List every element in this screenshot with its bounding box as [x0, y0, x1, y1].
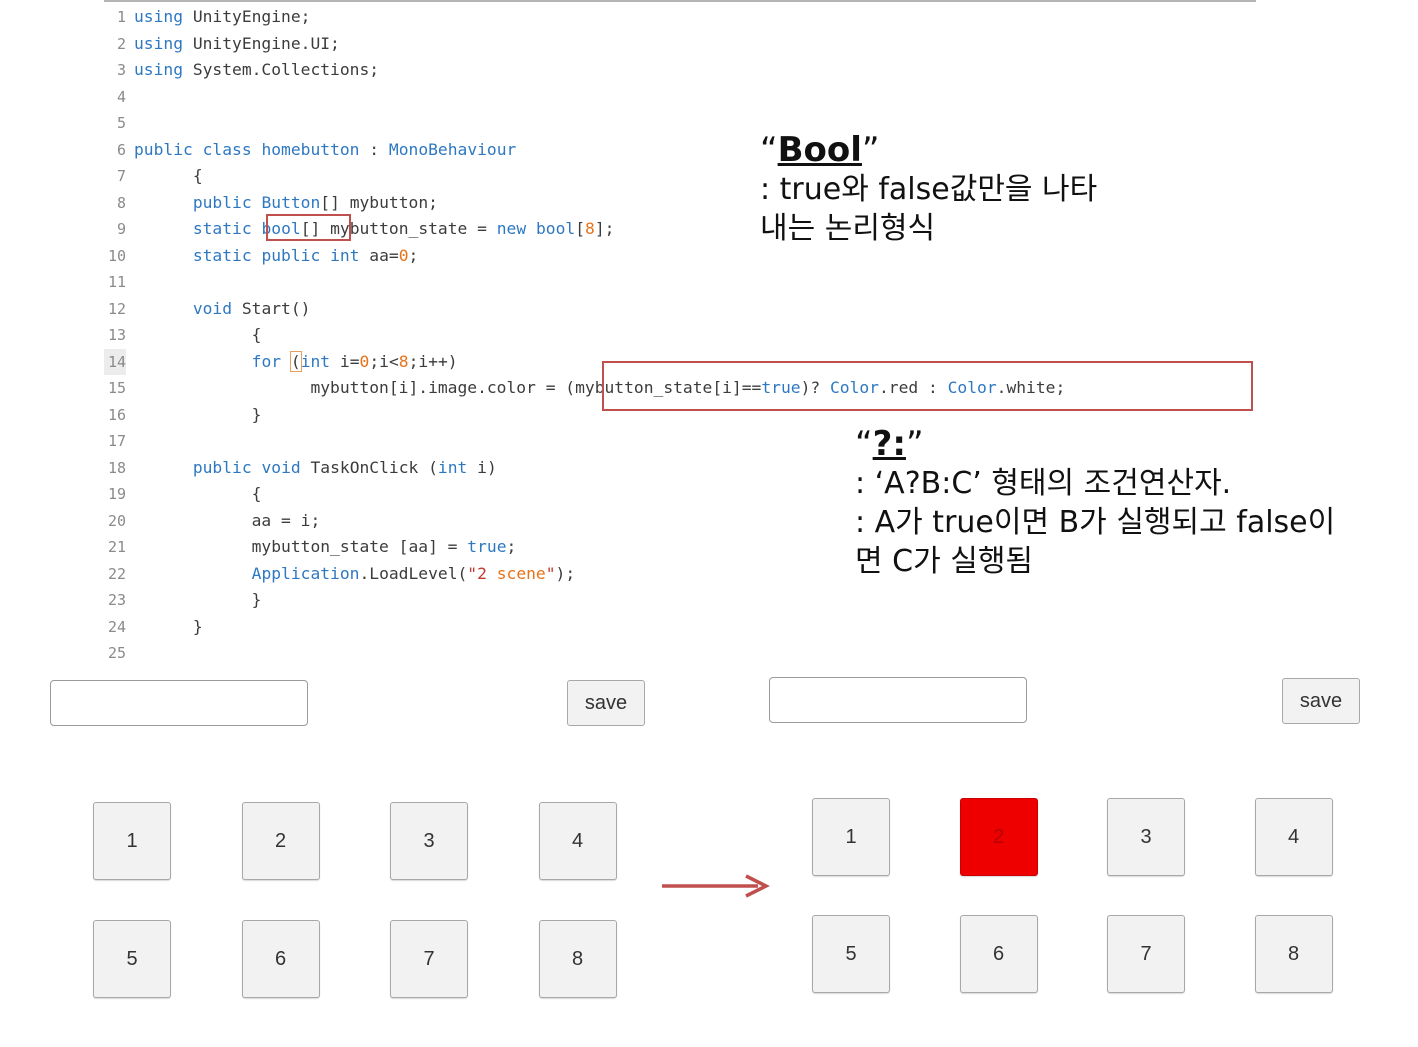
code-line: 11: [104, 269, 1065, 296]
save-button[interactable]: save: [1282, 678, 1360, 724]
ternary-operator-keyword: ?:: [872, 424, 906, 464]
number-button-6[interactable]: 6: [959, 915, 1038, 993]
code-text: public class homebutton : MonoBehaviour: [134, 139, 517, 159]
code-text: }: [134, 590, 262, 609]
line-number: 3: [116, 61, 126, 79]
code-text: aa = i;: [134, 510, 321, 530]
name-input[interactable]: [50, 680, 308, 726]
line-number: 19: [107, 485, 126, 503]
code-text: using UnityEngine;: [134, 7, 311, 26]
number-button-8[interactable]: 8: [538, 920, 617, 998]
name-input[interactable]: [769, 677, 1027, 723]
bool-highlight-box: [266, 214, 351, 241]
code-line: 2 using UnityEngine.UI;: [104, 31, 1065, 58]
code-line: 1 using UnityEngine;: [104, 4, 1065, 31]
line-number: 24: [107, 617, 126, 636]
code-text: }: [134, 404, 262, 424]
line-number: 15: [107, 379, 126, 397]
code-text: public void TaskOnClick (int i): [192, 457, 497, 477]
line-number: 4: [116, 87, 126, 106]
line-number: 11: [107, 273, 126, 291]
line-number: 20: [107, 511, 126, 530]
code-line: 12 void Start(): [104, 296, 1065, 323]
line-number: 25: [107, 644, 126, 662]
code-line: 23 }: [104, 587, 1065, 614]
bool-annotation: “Bool” : true와 false값만을 나타 내는 논리형식: [760, 130, 1097, 248]
code-text: {: [134, 166, 203, 185]
ternary-annotation-title: “?:”: [855, 424, 924, 464]
ternary-annotation-text: : ‘A?B:C’ 형태의 조건연산자. : A가 true이면 B가 실행되고…: [855, 466, 1336, 579]
code-line: 25: [104, 640, 1065, 667]
number-button-5[interactable]: 5: [812, 915, 890, 993]
code-text: void Start(): [192, 298, 311, 318]
code-text: }: [134, 616, 203, 636]
code-text: public Button[] mybutton;: [192, 192, 438, 212]
number-button-3[interactable]: 3: [1107, 798, 1185, 876]
code-line: 13 {: [104, 322, 1065, 349]
line-number: 5: [116, 114, 126, 132]
line-number: 21: [107, 538, 126, 556]
number-button-2[interactable]: 2: [959, 798, 1038, 876]
number-button-5[interactable]: 5: [93, 920, 171, 998]
number-button-2[interactable]: 2: [241, 802, 320, 880]
right-arrow-icon: [662, 874, 770, 898]
bool-annotation-text: : true와 false값만을 나타 내는 논리형식: [760, 172, 1098, 246]
line-number: 16: [107, 405, 126, 424]
ternary-annotation: “?:” : ‘A?B:C’ 형태의 조건연산자. : A가 true이면 B가…: [855, 424, 1335, 581]
line-number: 10: [107, 246, 126, 265]
number-button-4[interactable]: 4: [1254, 798, 1333, 876]
number-button-1[interactable]: 1: [93, 802, 171, 880]
code-text: {: [134, 325, 262, 344]
code-text: using System.Collections;: [134, 60, 380, 79]
code-line: 4: [104, 84, 1065, 111]
code-text: mybutton_state [aa] = true;: [134, 537, 517, 556]
code-text: static bool[] mybutton_state = new bool[…: [192, 219, 615, 238]
number-button-8[interactable]: 8: [1254, 915, 1333, 993]
code-line: 24 }: [104, 614, 1065, 641]
line-number: 1: [116, 8, 126, 26]
code-text: for (int i=0;i<8;i++): [251, 350, 458, 372]
number-button-7[interactable]: 7: [1107, 915, 1185, 993]
code-text: static public int aa=0;: [192, 245, 419, 265]
number-button-6[interactable]: 6: [241, 920, 320, 998]
code-text: using UnityEngine.UI;: [134, 33, 340, 53]
line-number: 22: [107, 564, 126, 583]
line-number: 13: [107, 326, 126, 344]
number-button-3[interactable]: 3: [390, 802, 468, 880]
number-button-7[interactable]: 7: [390, 920, 468, 998]
code-line: 3 using System.Collections;: [104, 57, 1065, 84]
number-button-1[interactable]: 1: [812, 798, 890, 876]
line-number: 6: [116, 140, 126, 159]
line-number: 17: [107, 432, 126, 450]
line-number: 7: [116, 167, 126, 185]
code-text: Application.LoadLevel("2 scene");: [251, 563, 576, 583]
line-number: 23: [107, 591, 126, 609]
save-button[interactable]: save: [567, 680, 645, 726]
line-number: 8: [116, 193, 126, 212]
code-text: {: [134, 484, 262, 503]
number-button-4[interactable]: 4: [538, 802, 617, 880]
line-number: 14: [104, 348, 126, 375]
line-number: 2: [116, 34, 126, 53]
line-number: 18: [107, 458, 126, 477]
bool-keyword: Bool: [777, 130, 862, 170]
ternary-highlight-box: [602, 361, 1253, 411]
bool-annotation-title: “Bool”: [760, 130, 880, 170]
line-number: 12: [107, 299, 126, 318]
line-number: 9: [116, 220, 126, 238]
